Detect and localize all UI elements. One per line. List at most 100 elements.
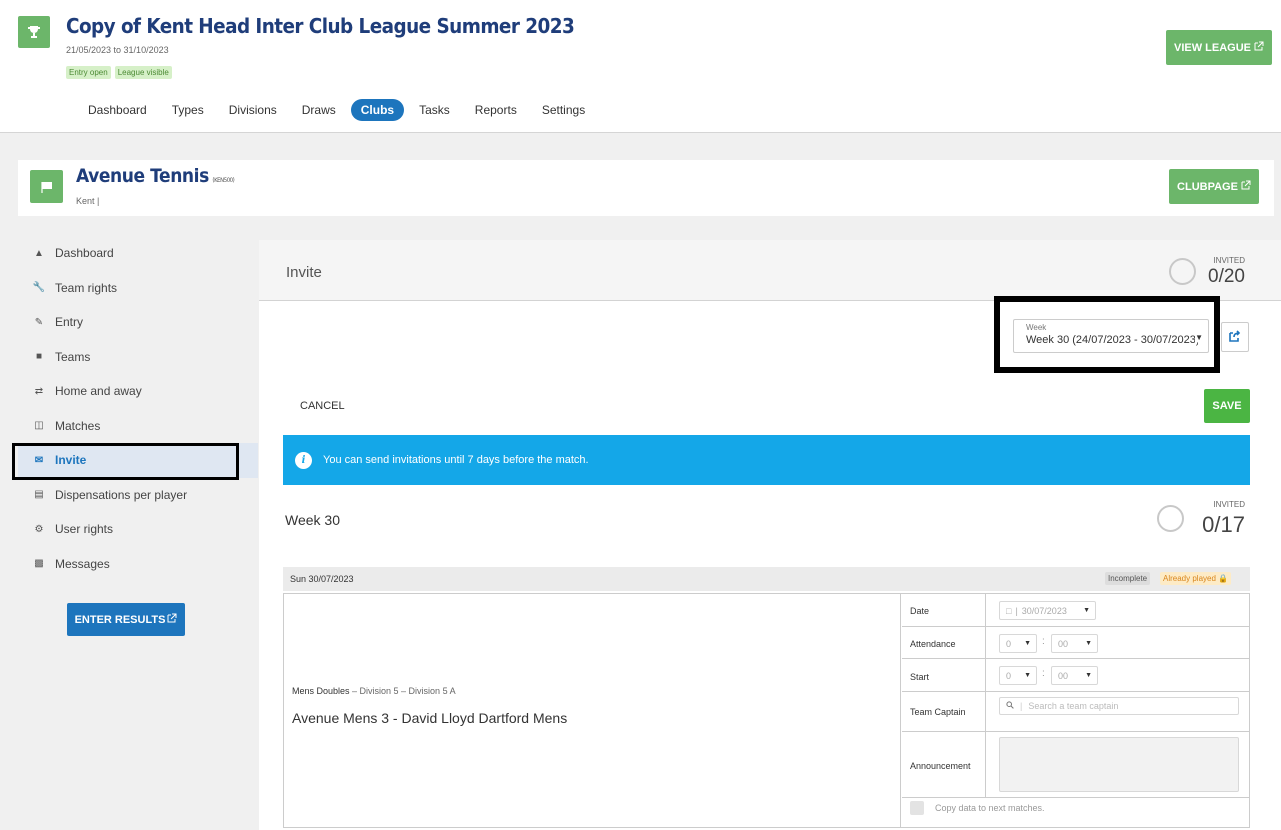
match-type: Mens Doubles – Division 5 – Division 5 A [292,686,456,696]
status-badge-already-played: Already played 🔒 [1160,572,1232,585]
date-separator: | [1015,605,1018,616]
external-link-icon [1254,41,1264,54]
team-captain-row: Team Captain | Search a team captain [902,692,1249,732]
sidebar-item-label: Home and away [55,384,142,399]
club-sidebar: ▲ Dashboard 🔧 Team rights ✎ Entry ■ Team… [18,236,258,581]
sidebar-item-dispensations[interactable]: ▤ Dispensations per player [18,478,258,513]
sidebar-item-home-and-away[interactable]: ⇄ Home and away [18,374,258,409]
sidebar-item-matches[interactable]: ◫ Matches [18,409,258,444]
form-divider [985,692,986,731]
attendance-label: Attendance [910,639,956,649]
league-header: Copy of Kent Head Inter Club League Summ… [0,0,1281,133]
form-divider [985,594,986,626]
league-dates: 21/05/2023 to 31/10/2023 [66,45,169,55]
sidebar-item-entry[interactable]: ✎ Entry [18,305,258,340]
form-divider [985,627,986,658]
shirt-icon: ■ [35,351,43,363]
league-badges: Entry open League visible [66,66,172,79]
start-label: Start [910,672,930,682]
start-hour-select[interactable]: 0 ▼ [999,666,1037,685]
start-row: Start 0 ▼ : 00 ▼ [902,659,1249,692]
home-icon: ▲ [34,247,44,259]
invite-highlight-box [12,443,239,480]
attendance-row: Attendance 0 ▼ : 00 ▼ [902,627,1249,659]
status-badge-already-played-text: Already played [1163,574,1216,583]
bracket-icon: ◫ [34,420,44,432]
week-invited-progress-ring [1157,505,1184,532]
info-alert-text: You can send invitations until 7 days be… [323,454,589,466]
sidebar-item-messages[interactable]: ▩ Messages [18,547,258,582]
time-colon: : [1042,636,1045,647]
invite-header: Invite INVITED 0/20 [259,240,1281,301]
main-nav: Dashboard Types Divisions Draws Clubs Ta… [78,98,600,122]
start-minute-select[interactable]: 00 ▼ [1051,666,1098,685]
clubpage-button[interactable]: CLUBPAGE [1169,169,1259,204]
sidebar-item-label: Entry [55,315,84,330]
sidebar-item-label: Matches [55,418,101,433]
search-icon [1006,701,1014,711]
export-button[interactable] [1221,322,1249,352]
start-hour-value: 0 [1006,670,1012,681]
week-select-highlight-box [994,296,1220,373]
week-invited-label: INVITED [1213,500,1245,509]
match-division: – Division 5 – Division 5 A [349,686,456,696]
sidebar-item-label: User rights [55,522,114,537]
sidebar-item-dashboard[interactable]: ▲ Dashboard [18,236,258,271]
club-header: Avenue Tennis (KEN500) Kent | CLUBPAGE [18,160,1274,216]
status-badge-incomplete: Incomplete [1105,572,1151,585]
enter-results-button[interactable]: ENTER RESULTS [67,603,185,636]
attendance-minute-value: 00 [1058,638,1069,649]
nav-settings[interactable]: Settings [532,99,595,121]
date-row: Date □ | 30/07/2023 ▼ [902,594,1249,627]
match-card: Mens Doubles – Division 5 – Division 5 A… [283,593,1250,828]
form-divider [985,659,986,691]
sidebar-item-team-rights[interactable]: 🔧 Team rights [18,271,258,306]
attendance-minute-select[interactable]: 00 ▼ [1051,634,1098,653]
match-date-bar: Sun 30/07/2023 Incomplete Already played… [283,567,1250,591]
team-captain-placeholder: Search a team captain [1028,701,1119,711]
match-type-text: Mens Doubles [292,686,350,696]
nav-dashboard[interactable]: Dashboard [78,99,157,121]
team-captain-search[interactable]: | Search a team captain [999,697,1239,715]
sidebar-item-label: Messages [55,556,110,571]
week-heading: Week 30 [285,512,340,528]
view-league-button[interactable]: VIEW LEAGUE [1166,30,1272,65]
club-region: Kent | [76,196,100,206]
external-link-icon [167,613,177,626]
sidebar-item-label: Dashboard [55,246,114,261]
calendar-icon: □ [1006,605,1012,616]
cancel-button[interactable]: CANCEL [300,400,345,412]
club-name-text: Avenue Tennis [76,165,209,187]
sidebar-item-user-rights[interactable]: ⚙ User rights [18,512,258,547]
copy-data-label: Copy data to next matches. [935,803,1045,813]
sidebar-item-label: Dispensations per player [55,487,188,502]
date-picker[interactable]: □ | 30/07/2023 ▼ [999,601,1096,620]
sidebar-item-label: Teams [55,349,91,364]
attendance-hour-select[interactable]: 0 ▼ [999,634,1037,653]
announcement-textarea[interactable] [999,737,1239,792]
flag-icon [30,170,63,203]
share-icon [1229,329,1241,345]
match-info: Mens Doubles – Division 5 – Division 5 A… [284,594,901,827]
page-title: Invite [286,264,322,281]
nav-clubs[interactable]: Clubs [350,99,405,121]
time-colon: : [1042,668,1045,679]
form-divider [985,732,986,797]
external-link-icon [1241,180,1251,193]
nav-reports[interactable]: Reports [465,99,527,121]
chevron-down-icon: ▼ [1085,672,1092,679]
pencil-icon: ✎ [34,316,44,328]
invited-count: 0/20 [1208,266,1245,287]
info-icon: i [295,451,312,469]
nav-tasks[interactable]: Tasks [409,99,460,121]
copy-data-checkbox[interactable] [910,801,924,815]
gear-icon: ⚙ [34,523,44,535]
save-button[interactable]: SAVE [1204,389,1250,423]
chat-icon: ▩ [34,558,44,570]
sidebar-item-teams[interactable]: ■ Teams [18,340,258,375]
nav-draws[interactable]: Draws [292,99,346,121]
club-name: Avenue Tennis (KEN500) [76,165,235,187]
nav-types[interactable]: Types [162,99,214,121]
nav-divisions[interactable]: Divisions [219,99,287,121]
swap-icon: ⇄ [34,385,44,397]
